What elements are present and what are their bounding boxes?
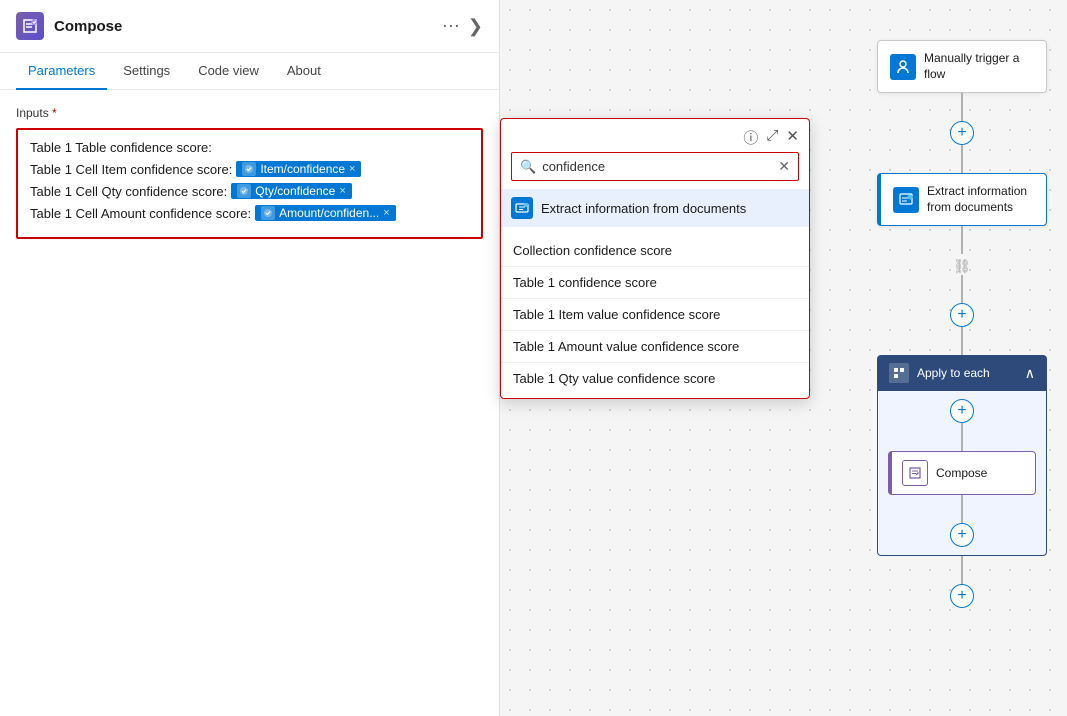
chip-item-confidence[interactable]: Item/confidence × — [236, 161, 361, 177]
connector-after-compose — [961, 495, 963, 523]
tab-settings[interactable]: Settings — [111, 53, 182, 90]
popup-list-item-3[interactable]: Table 1 Amount value confidence score — [501, 331, 809, 363]
node-compose-inner[interactable]: Compose — [888, 451, 1036, 495]
left-panel: Compose ⋯ ❯ Parameters Settings Code vie… — [0, 0, 500, 716]
chip-icon-1 — [242, 162, 256, 176]
chip-close-1[interactable]: × — [349, 163, 355, 175]
input-row-3: Table 1 Cell Qty confidence score: Qty/c… — [30, 183, 469, 199]
panel-header: Compose ⋯ ❯ — [0, 0, 499, 53]
search-bar[interactable]: 🔍 ✕ — [511, 152, 799, 181]
connector-6 — [961, 556, 963, 584]
connector-inner — [961, 423, 963, 451]
flow-area: Manually trigger a flow + Extract inform… — [877, 40, 1047, 608]
row4-text: Table 1 Cell Amount confidence score: — [30, 206, 251, 221]
info-icon[interactable]: ⓘ — [743, 127, 758, 148]
popup-list-item-4[interactable]: Table 1 Qty value confidence score — [501, 363, 809, 394]
compose-panel-icon — [16, 12, 44, 40]
collapse-panel-icon[interactable]: ❯ — [468, 17, 483, 35]
inputs-box[interactable]: Table 1 Table confidence score: Table 1 … — [16, 128, 483, 239]
node-manually-trigger[interactable]: Manually trigger a flow — [877, 40, 1047, 93]
close-popup-icon[interactable]: ✕ — [786, 127, 799, 148]
popup-list-item-0[interactable]: Collection confidence score — [501, 235, 809, 267]
dropdown-popup: ⓘ ⤢ ✕ 🔍 ✕ Extract information from docum… — [500, 118, 810, 399]
input-row-2: Table 1 Cell Item confidence score: Item… — [30, 161, 469, 177]
expand-icon[interactable]: ⤢ — [766, 127, 778, 148]
node-label-extract: Extract information from documents — [927, 184, 1034, 215]
search-icon: 🔍 — [520, 159, 536, 175]
node-icon-compose — [902, 460, 928, 486]
search-input[interactable] — [542, 159, 772, 174]
add-btn-bottom[interactable]: + — [950, 584, 974, 608]
input-row-4: Table 1 Cell Amount confidence score: Am… — [30, 205, 469, 221]
collapse-apply-icon[interactable]: ∧ — [1025, 365, 1035, 382]
chip-icon-2 — [237, 184, 251, 198]
apply-inner: + Compose + — [877, 391, 1047, 556]
apply-to-each-header[interactable]: Apply to each ∧ — [877, 355, 1047, 391]
input-row-1: Table 1 Table confidence score: — [30, 140, 469, 155]
connector-1 — [961, 93, 963, 121]
chip-label-2: Qty/confidence — [255, 184, 335, 198]
row2-text: Table 1 Cell Item confidence score: — [30, 162, 232, 177]
apply-container: Apply to each ∧ + Compose — [877, 355, 1047, 556]
node-label-manually-trigger: Manually trigger a flow — [924, 51, 1034, 82]
chip-icon-3 — [261, 206, 275, 220]
more-options-icon[interactable]: ⋯ — [442, 17, 460, 35]
selected-item-label: Extract information from documents — [541, 201, 746, 216]
link-icon[interactable]: ⛓ — [953, 258, 971, 275]
add-btn-after-compose[interactable]: + — [950, 523, 974, 547]
chip-label-3: Amount/confiden... — [279, 206, 379, 220]
inputs-label: Inputs * — [16, 106, 483, 120]
panel-actions: ⋯ ❯ — [442, 17, 483, 35]
chip-amount-confidence[interactable]: Amount/confiden... × — [255, 205, 396, 221]
tab-parameters[interactable]: Parameters — [16, 53, 107, 90]
connector-5 — [961, 327, 963, 355]
panel-title: Compose — [54, 18, 442, 35]
chip-close-3[interactable]: × — [383, 207, 389, 219]
popup-list-item-2[interactable]: Table 1 Item value confidence score — [501, 299, 809, 331]
add-btn-2[interactable]: + — [950, 303, 974, 327]
panel-content: Inputs * Table 1 Table confidence score:… — [0, 90, 499, 716]
tab-codeview[interactable]: Code view — [186, 53, 271, 90]
node-label-compose: Compose — [936, 466, 987, 482]
tab-about[interactable]: About — [275, 53, 333, 90]
chip-close-2[interactable]: × — [339, 185, 345, 197]
node-icon-manually-trigger — [890, 54, 916, 80]
connector-3 — [961, 226, 963, 254]
node-icon-extract — [893, 187, 919, 213]
popup-selected-item[interactable]: Extract information from documents — [501, 189, 809, 227]
chip-qty-confidence[interactable]: Qty/confidence × — [231, 183, 351, 199]
add-btn-1[interactable]: + — [950, 121, 974, 145]
popup-header-icons: ⓘ ⤢ ✕ — [743, 127, 799, 148]
connector-2 — [961, 145, 963, 173]
popup-list-item-1[interactable]: Table 1 confidence score — [501, 267, 809, 299]
node-extract-info[interactable]: Extract information from documents — [877, 173, 1047, 226]
connector-4 — [961, 275, 963, 303]
apply-each-icon — [889, 363, 909, 383]
apply-each-title: Apply to each — [917, 366, 990, 380]
tabs-bar: Parameters Settings Code view About — [0, 53, 499, 90]
chip-label-1: Item/confidence — [260, 162, 345, 176]
row3-text: Table 1 Cell Qty confidence score: — [30, 184, 227, 199]
popup-header: ⓘ ⤢ ✕ — [501, 119, 809, 152]
add-btn-inner[interactable]: + — [950, 399, 974, 423]
clear-search-icon[interactable]: ✕ — [778, 158, 790, 175]
row1-text: Table 1 Table confidence score: — [30, 140, 212, 155]
popup-list: Collection confidence score Table 1 conf… — [501, 231, 809, 398]
selected-item-icon — [511, 197, 533, 219]
